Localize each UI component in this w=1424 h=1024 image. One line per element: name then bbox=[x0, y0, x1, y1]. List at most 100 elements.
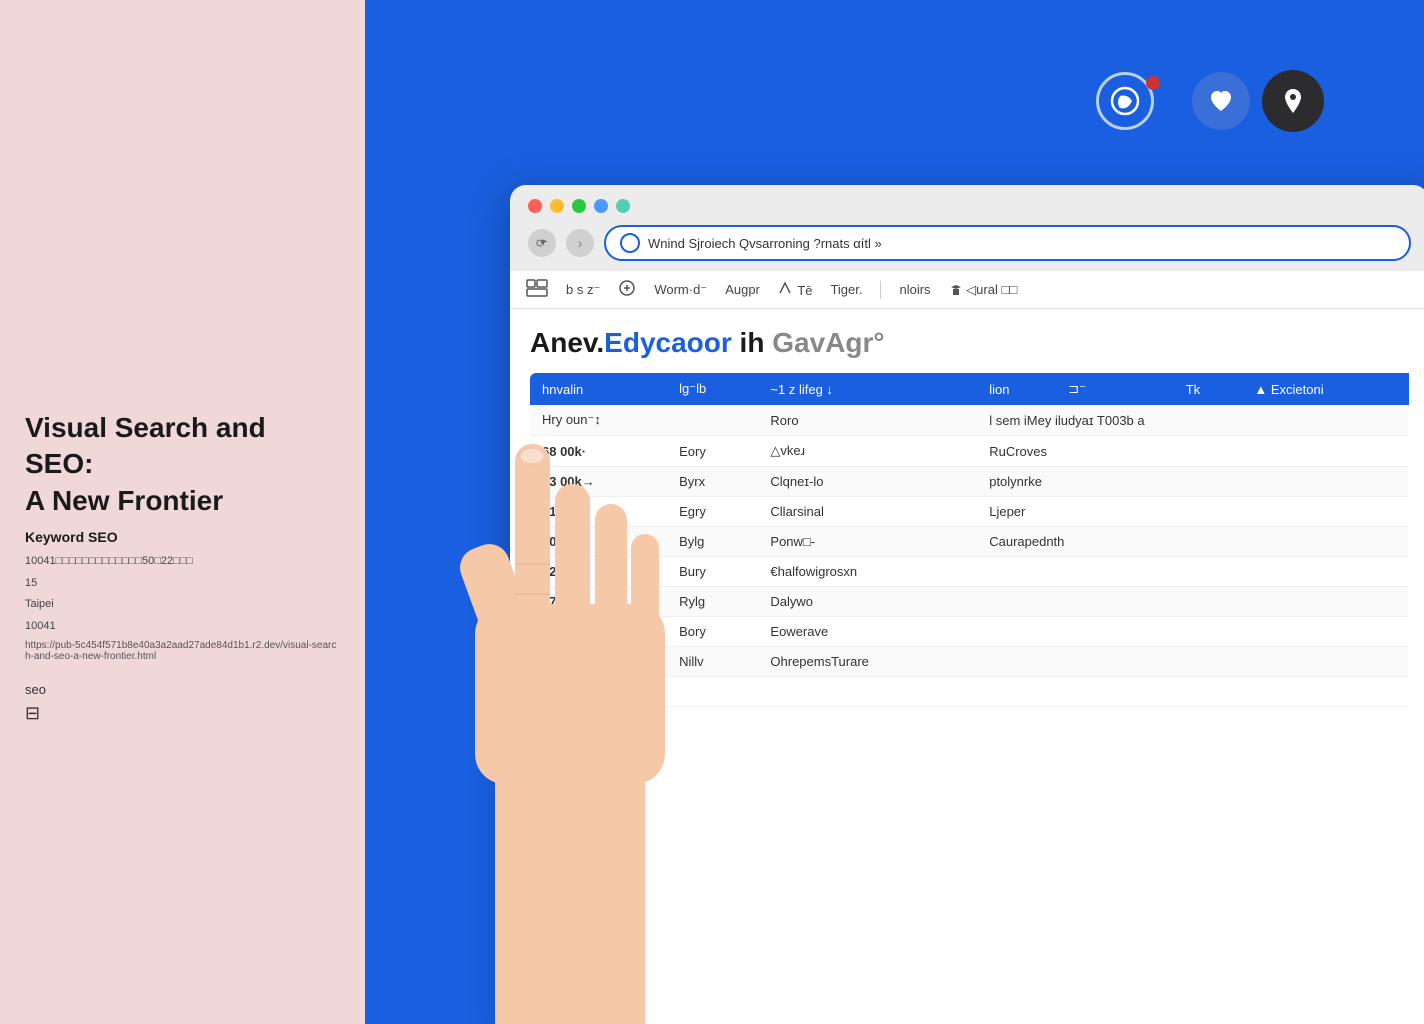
nav-item-6[interactable]: Tiger. bbox=[830, 282, 862, 297]
cell-col2-8 bbox=[758, 677, 977, 707]
svg-text:⟳: ⟳ bbox=[536, 238, 545, 250]
cell-col1-8 bbox=[667, 677, 758, 707]
top-icons-area bbox=[1096, 70, 1324, 132]
th-1: lg⁻lb bbox=[667, 373, 758, 405]
browser-dots bbox=[528, 199, 1411, 213]
browser-chrome: ⟳ › Wnind Sjroiech Qvsarroning ?rnats αí… bbox=[510, 185, 1424, 271]
cell-col1-3: Bylg bbox=[667, 527, 758, 557]
nav-icon-2 bbox=[618, 279, 636, 297]
cell-col3-4 bbox=[977, 557, 1409, 587]
cell-num-5: 17 004· bbox=[530, 587, 667, 617]
moon-icon bbox=[1110, 86, 1140, 116]
table-row: 8F 00k· bbox=[530, 677, 1409, 707]
table-row: 80 00k· Bylg Ponw□- Caurapednth bbox=[530, 527, 1409, 557]
cell-col1-5: Rylg bbox=[667, 587, 758, 617]
sidebar-meta-3: Taipei bbox=[25, 596, 340, 614]
browser-content: Anev.Edycaoor ih GavAgr° hnvalin lg⁻lb ~… bbox=[510, 309, 1424, 1024]
sidebar-subtitle: Keyword SEO bbox=[25, 529, 340, 545]
nav-separator bbox=[880, 281, 881, 299]
cell-col3-6 bbox=[977, 617, 1409, 647]
cell-col2-1: Clqneɪ-lo bbox=[758, 467, 977, 497]
browser-toolbar: ⟳ › Wnind Sjroiech Qvsarroning ?rnats αí… bbox=[528, 225, 1411, 261]
nav-item-7[interactable]: nloirs bbox=[899, 282, 930, 297]
cell-col2-6: Eowerave bbox=[758, 617, 977, 647]
table-row: S0 00k· Nillv OhrepemsTurare bbox=[530, 647, 1409, 677]
nav-icon-8 bbox=[949, 283, 963, 297]
th-6: Tk bbox=[1174, 373, 1243, 405]
th-0: hnvalin bbox=[530, 373, 667, 405]
heart-icon bbox=[1207, 87, 1235, 115]
cell-col2-4: €halfowigrosxn bbox=[758, 557, 977, 587]
cell-num-7: S0 00k· bbox=[530, 647, 667, 677]
sidebar-tag: seo bbox=[25, 682, 340, 697]
nav-forward-btn[interactable]: › bbox=[566, 229, 594, 257]
main-area: ⟳ › Wnind Sjroiech Qvsarroning ?rnats αí… bbox=[365, 0, 1424, 1024]
nav-item-3[interactable]: Worm·d⁻ bbox=[654, 282, 707, 298]
cell-num-4: 32 00k· bbox=[530, 557, 667, 587]
sub-header-1: Roro bbox=[758, 405, 977, 436]
sidebar-meta-4: 10041 bbox=[25, 618, 340, 636]
dot-close[interactable] bbox=[528, 199, 542, 213]
cell-col2-3: Ponw□- bbox=[758, 527, 977, 557]
th-7: ▲ Excietoni bbox=[1242, 373, 1409, 405]
dot-extra2 bbox=[616, 199, 630, 213]
sidebar-title: Visual Search and SEO: A New Frontier bbox=[25, 410, 340, 519]
sub-header-2: l sem iMey iludyaɪ T003b a bbox=[977, 405, 1409, 436]
sidebar-meta-2: 15 bbox=[25, 575, 340, 593]
nav-item-1[interactable]: b s z⁻ bbox=[566, 282, 600, 298]
red-dot bbox=[1146, 76, 1160, 90]
cell-col2-7: OhrepemsTurare bbox=[758, 647, 977, 677]
address-text: Wnind Sjroiech Qvsarroning ?rnats αítl » bbox=[648, 236, 1395, 251]
sidebar: Visual Search and SEO: A New Frontier Ke… bbox=[0, 0, 365, 1024]
address-bar[interactable]: Wnind Sjroiech Qvsarroning ?rnats αítl » bbox=[604, 225, 1411, 261]
cell-col3-7 bbox=[977, 647, 1409, 677]
cell-col1-7: Nillv bbox=[667, 647, 758, 677]
cell-col1-1: Byrx bbox=[667, 467, 758, 497]
table-row: 32 00k· Bory Eowerave bbox=[530, 617, 1409, 647]
sidebar-icon: ⊟ bbox=[25, 703, 340, 724]
cell-num-6: 32 00k· bbox=[530, 617, 667, 647]
th-4: ⊐⁻ bbox=[1056, 373, 1131, 405]
map-pin-icon bbox=[1277, 85, 1309, 117]
cell-col1-2: Egry bbox=[667, 497, 758, 527]
nav-item-0[interactable] bbox=[526, 279, 548, 300]
dot-maximize[interactable] bbox=[572, 199, 586, 213]
browser-nav: b s z⁻ Worm·d⁻ Augpr Tē Tiger. nloirs bbox=[510, 271, 1424, 309]
cell-col1-6: Bory bbox=[667, 617, 758, 647]
icon-circle-3 bbox=[1262, 70, 1324, 132]
nav-item-2[interactable] bbox=[618, 279, 636, 300]
data-table: hnvalin lg⁻lb ~1 z lifeg ↓ lion ⊐⁻ Tk ▲ … bbox=[530, 373, 1409, 707]
table-row: 32 00k· Bury €halfowigrosxn bbox=[530, 557, 1409, 587]
nav-icon-0 bbox=[526, 279, 548, 297]
cell-col3-0: RuCroves bbox=[977, 436, 1409, 467]
dot-extra bbox=[594, 199, 608, 213]
th-5 bbox=[1131, 373, 1174, 405]
cell-col2-2: Cllarsinal bbox=[758, 497, 977, 527]
table-row: 17 004· Rylg Dalywo bbox=[530, 587, 1409, 617]
cell-num-0: 68 00k· bbox=[530, 436, 667, 467]
cell-col1-4: Bury bbox=[667, 557, 758, 587]
dot-minimize[interactable] bbox=[550, 199, 564, 213]
icon-circle-2 bbox=[1192, 72, 1250, 130]
cell-col3-5 bbox=[977, 587, 1409, 617]
nav-icon-5 bbox=[778, 281, 792, 295]
cell-num-2: 81 00k· bbox=[530, 497, 667, 527]
nav-item-4[interactable]: Augpr bbox=[725, 282, 760, 297]
sidebar-url[interactable]: https://pub-5c454f571b8e40a3a2aad27ade84… bbox=[25, 640, 340, 662]
nav-item-5[interactable]: Tē bbox=[778, 281, 813, 298]
cell-num-1: 13 00k→ bbox=[530, 467, 667, 497]
sidebar-meta-1: 10041□□□□□□□□□□□□□50□22□□□ bbox=[25, 553, 340, 571]
cell-num-3: 80 00k· bbox=[530, 527, 667, 557]
th-3: lion bbox=[977, 373, 1056, 405]
content-title: Anev.Edycaoor ih GavAgr° bbox=[530, 327, 1409, 359]
cell-col3-2: Ljeper bbox=[977, 497, 1409, 527]
cell-col1-0: Eory bbox=[667, 436, 758, 467]
cell-col3-1: ptolynrke bbox=[977, 467, 1409, 497]
table-row: 68 00k· Eory △vkeɹ RuCroves bbox=[530, 436, 1409, 467]
cell-num-8: 8F 00k· bbox=[530, 677, 667, 707]
nav-back-btn[interactable]: ⟳ bbox=[528, 229, 556, 257]
th-2: ~1 z lifeg ↓ bbox=[758, 373, 977, 405]
sub-header-0: Hry oun⁻↕ bbox=[530, 405, 758, 436]
nav-item-8[interactable]: ◁ural □□ bbox=[949, 282, 1018, 298]
cell-col2-0: △vkeɹ bbox=[758, 436, 977, 467]
